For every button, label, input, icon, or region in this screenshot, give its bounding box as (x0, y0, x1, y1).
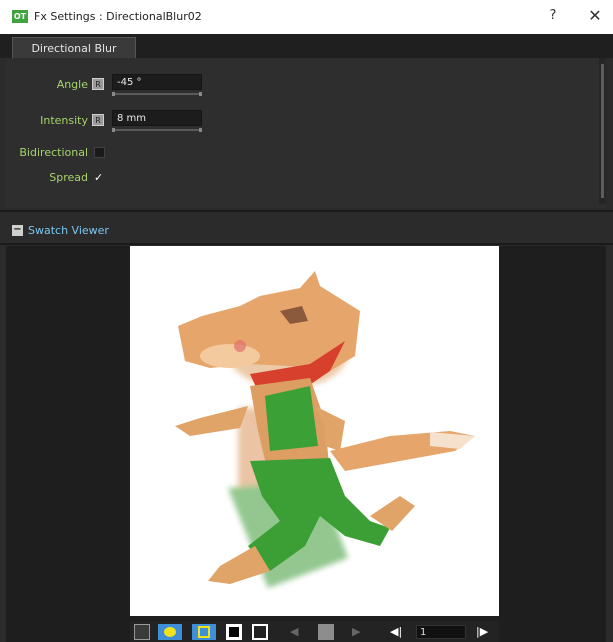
intensity-field[interactable]: 8 mm (112, 110, 202, 126)
spread-label: Spread (49, 171, 88, 184)
swatch-collapse-button[interactable]: − (12, 225, 23, 236)
checker-bg-icon[interactable] (252, 624, 268, 640)
bidirectional-checkbox[interactable] (94, 147, 105, 158)
camera-icon[interactable] (134, 624, 150, 640)
help-button[interactable]: ? (543, 8, 563, 26)
title-bar: OT Fx Settings : DirectionalBlur02 ? ✕ (0, 0, 613, 34)
tab-strip: Directional Blur (0, 34, 613, 58)
window-title: Fx Settings : DirectionalBlur02 (34, 10, 202, 23)
reference-icon[interactable] (318, 624, 334, 640)
bidirectional-label: Bidirectional (19, 146, 88, 159)
intensity-reference-icon[interactable]: R (92, 114, 104, 126)
panel-divider (0, 210, 613, 212)
intensity-slider[interactable] (112, 128, 202, 132)
prev-icon[interactable]: ◀ (290, 624, 302, 640)
preview-eye-icon[interactable] (158, 624, 182, 640)
yellow-frame-icon[interactable] (192, 624, 216, 640)
settings-scroll-thumb[interactable] (601, 64, 604, 198)
intensity-label: Intensity (40, 114, 88, 127)
tab-directional-blur[interactable]: Directional Blur (12, 37, 136, 58)
close-button[interactable]: ✕ (585, 6, 605, 26)
next-icon[interactable]: ▶ (352, 624, 364, 640)
first-frame-icon[interactable]: ◀| (390, 624, 408, 640)
character-preview-image (175, 271, 475, 588)
swatch-preview-canvas[interactable] (130, 246, 499, 616)
swatch-separator (0, 243, 613, 245)
app-icon: OT (12, 10, 28, 23)
spread-checkbox[interactable]: ✓ (94, 172, 103, 183)
angle-label: Angle (56, 78, 88, 91)
frame-input[interactable]: 1 (416, 625, 466, 639)
angle-reference-icon[interactable]: R (92, 78, 104, 90)
angle-field[interactable]: -45 ° (112, 74, 202, 90)
swatch-viewer-title: Swatch Viewer (28, 224, 109, 237)
angle-slider[interactable] (112, 92, 202, 96)
black-bg-icon[interactable] (226, 624, 242, 640)
last-frame-icon[interactable]: |▶ (476, 624, 494, 640)
